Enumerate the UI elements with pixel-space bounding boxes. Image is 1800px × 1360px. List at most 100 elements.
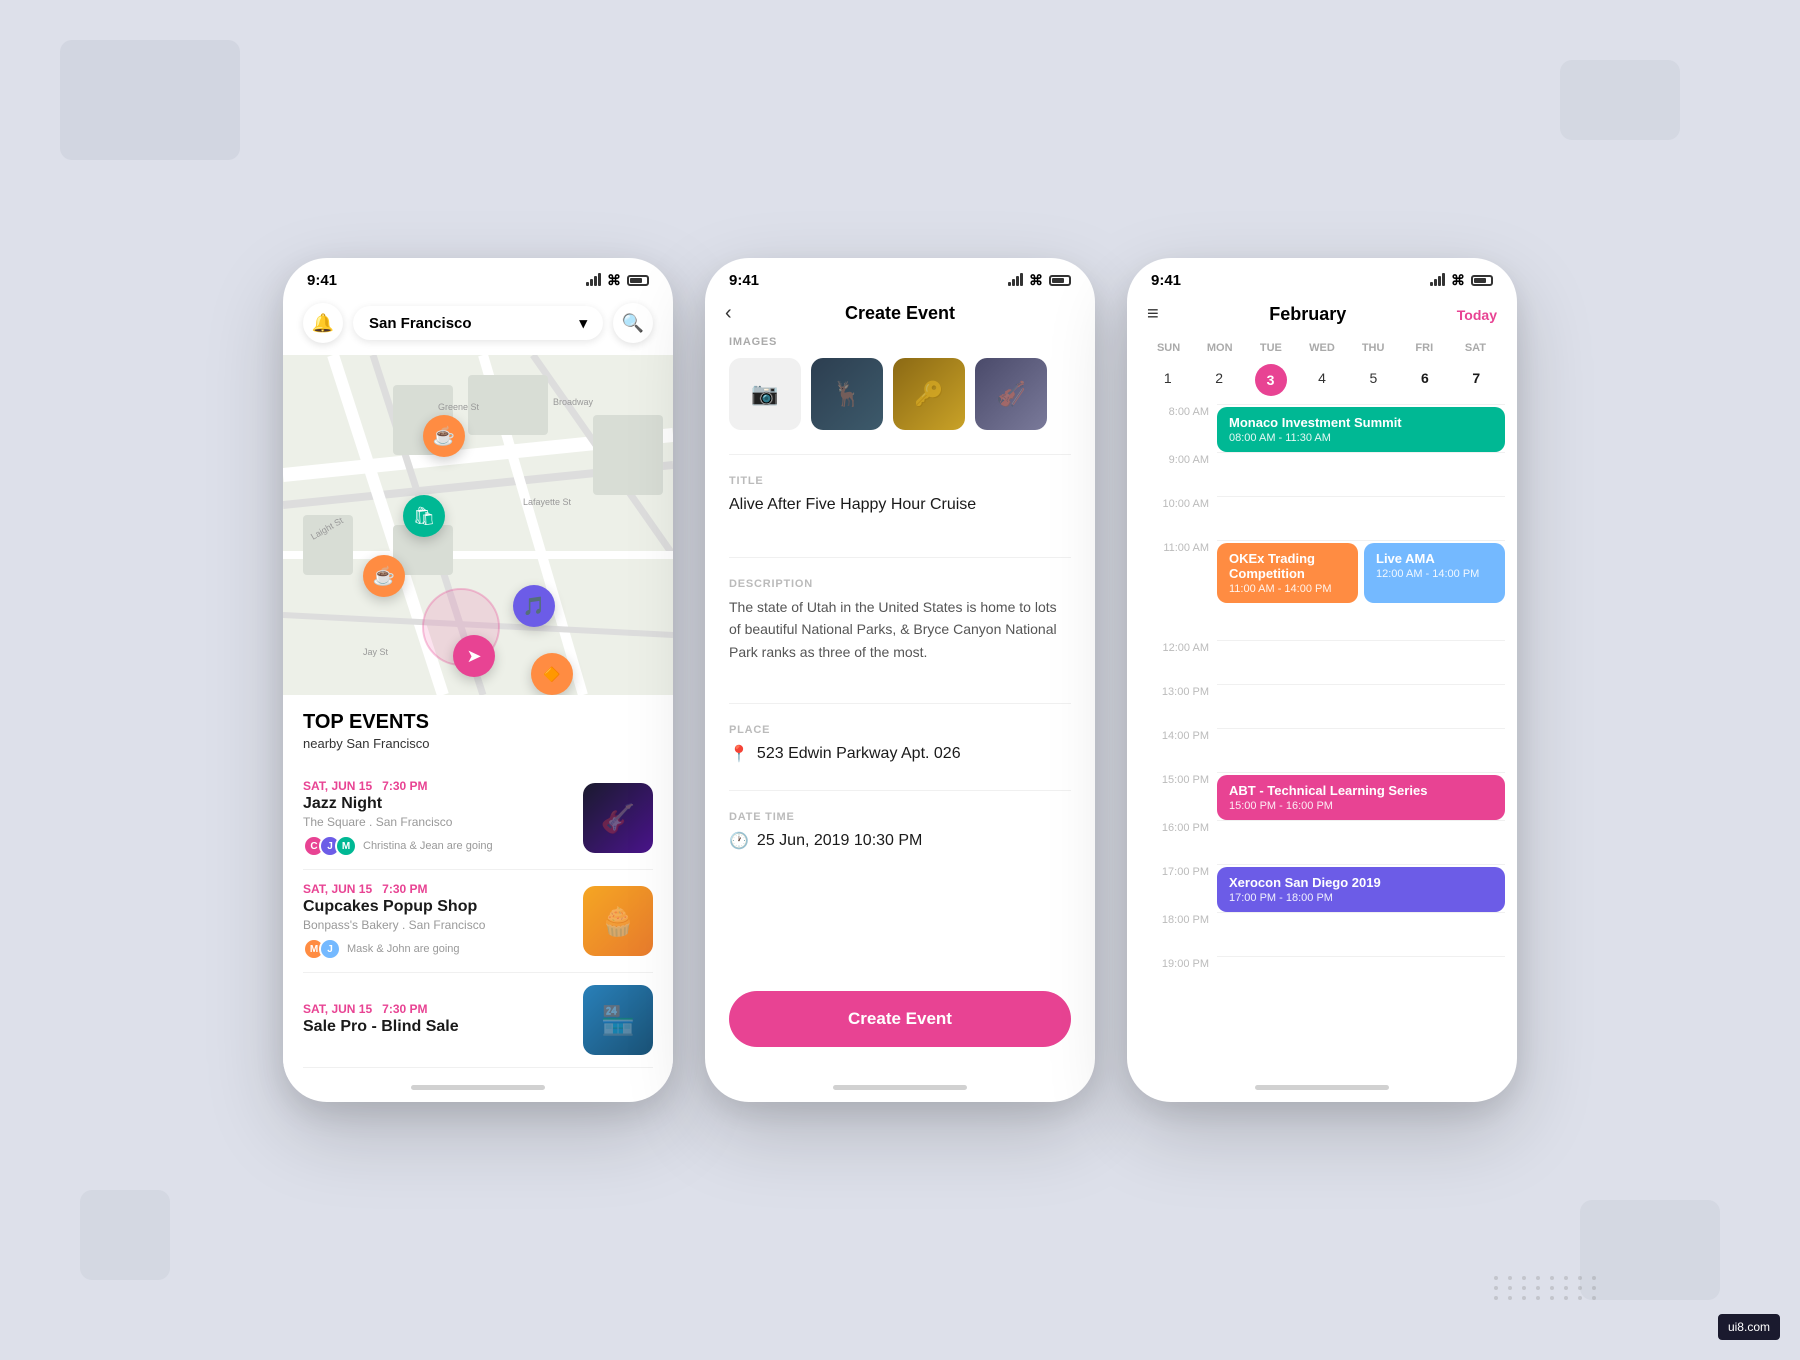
- time-row-4pm: 16:00 PM: [1139, 820, 1505, 864]
- place-row: 📍 523 Edwin Parkway Apt. 026: [729, 742, 1071, 766]
- time-label-9am: 9:00 AM: [1139, 452, 1209, 466]
- event-attendees-cupcake: M J Mask & John are going: [303, 938, 571, 960]
- day-3-today[interactable]: 3: [1255, 364, 1287, 396]
- time-label-2pm: 14:00 PM: [1139, 728, 1209, 742]
- day-header-fri: FRI: [1399, 338, 1450, 358]
- map-pin-nav[interactable]: ➤: [453, 635, 495, 677]
- time-label-7pm: 19:00 PM: [1139, 956, 1209, 970]
- description-section: DESCRIPTION The state of Utah in the Uni…: [729, 578, 1071, 679]
- bg-decoration-4: [1580, 1200, 1720, 1300]
- event-venue-jazz: The Square . San Francisco: [303, 815, 571, 829]
- svg-text:Broadway: Broadway: [553, 397, 594, 407]
- event-okex[interactable]: OKEx Trading Competition 11:00 AM - 14:0…: [1217, 543, 1358, 603]
- event-date-cupcake: SAT, JUN 15 7:30 PM: [303, 882, 571, 896]
- day-1[interactable]: 1: [1143, 364, 1192, 396]
- time-label-8am: 8:00 AM: [1139, 404, 1209, 418]
- title-value[interactable]: Alive After Five Happy Hour Cruise: [729, 493, 1071, 533]
- description-value[interactable]: The state of Utah in the United States i…: [729, 596, 1071, 679]
- status-icons-2: ⌘: [1008, 272, 1071, 289]
- home-indicator-1: [411, 1085, 545, 1090]
- okex-time: 11:00 AM - 14:00 PM: [1229, 583, 1346, 595]
- month-title: February: [1269, 304, 1346, 325]
- location-selector[interactable]: San Francisco ▾: [353, 306, 603, 340]
- back-button[interactable]: ‹: [725, 302, 732, 325]
- place-label: PLACE: [729, 724, 1071, 736]
- time-label-4pm: 16:00 PM: [1139, 820, 1209, 834]
- place-icon: 📍: [729, 744, 749, 764]
- create-event-form: IMAGES 📷 🦌 🔑 🎻 TITLE Alive After Five Ha…: [705, 336, 1095, 983]
- day-7[interactable]: 7: [1452, 364, 1501, 396]
- map-pin-music[interactable]: 🎵: [513, 585, 555, 627]
- day-5[interactable]: 5: [1349, 364, 1398, 396]
- map-pin-shop[interactable]: 🛍: [403, 495, 445, 537]
- time-label-6pm: 18:00 PM: [1139, 912, 1209, 926]
- clock-icon: 🕐: [729, 831, 749, 851]
- event-monaco[interactable]: Monaco Investment Summit 08:00 AM - 11:3…: [1217, 407, 1505, 452]
- create-event-header: ‹ Create Event: [705, 295, 1095, 336]
- map-header: 🔔 San Francisco ▾ 🔍: [283, 295, 673, 355]
- divider-2: [729, 557, 1071, 558]
- time-line-7pm: [1217, 956, 1505, 959]
- event-item-cupcake[interactable]: SAT, JUN 15 7:30 PM Cupcakes Popup Shop …: [303, 870, 653, 973]
- status-icons-3: ⌘: [1430, 272, 1493, 289]
- status-bar-1: 9:41 ⌘: [283, 258, 673, 295]
- signal-icon-1: [586, 272, 601, 289]
- event-live-ama[interactable]: Live AMA 12:00 AM - 14:00 PM: [1364, 543, 1505, 603]
- map-view[interactable]: Laight St Broadway Greene St Jay St Lafa…: [283, 355, 673, 695]
- place-section: PLACE 📍 523 Edwin Parkway Apt. 026: [729, 724, 1071, 766]
- today-button[interactable]: Today: [1457, 307, 1497, 323]
- day-6[interactable]: 6: [1400, 364, 1449, 396]
- map-pin-coffee1[interactable]: ☕: [423, 415, 465, 457]
- abt-title: ABT - Technical Learning Series: [1229, 783, 1493, 798]
- menu-button[interactable]: ≡: [1147, 303, 1159, 326]
- image-thumb-2[interactable]: 🔑: [893, 358, 965, 430]
- live-ama-title: Live AMA: [1376, 551, 1493, 566]
- divider-3: [729, 703, 1071, 704]
- okex-title: OKEx Trading Competition: [1229, 551, 1346, 581]
- time-line-8am: Monaco Investment Summit 08:00 AM - 11:3…: [1217, 404, 1505, 452]
- image-thumb-1[interactable]: 🦌: [811, 358, 883, 430]
- time-row-7pm: 19:00 PM: [1139, 956, 1505, 1000]
- map-pin-coffee2[interactable]: ☕: [363, 555, 405, 597]
- events-list: TOP EVENTS nearby San Francisco SAT, JUN…: [283, 695, 673, 1077]
- bg-decoration-1: [60, 40, 240, 160]
- attendee-text-cupcake: Mask & John are going: [347, 943, 460, 955]
- wifi-icon-2: ⌘: [1029, 272, 1043, 289]
- battery-icon-2: [1049, 275, 1071, 286]
- day-header-thu: THU: [1348, 338, 1399, 358]
- create-event-button[interactable]: Create Event: [729, 991, 1071, 1047]
- event-item-jazz[interactable]: SAT, JUN 15 7:30 PM Jazz Night The Squar…: [303, 767, 653, 870]
- time-label-3pm: 15:00 PM: [1139, 772, 1209, 786]
- time-line-3pm: ABT - Technical Learning Series 15:00 PM…: [1217, 772, 1505, 820]
- location-label: San Francisco: [369, 315, 472, 332]
- time-label-1pm: 13:00 PM: [1139, 684, 1209, 698]
- event-date-jazz: SAT, JUN 15 7:30 PM: [303, 779, 571, 793]
- title-section: TITLE Alive After Five Happy Hour Cruise: [729, 475, 1071, 533]
- dropdown-arrow: ▾: [579, 314, 587, 332]
- image-upload-box[interactable]: 📷: [729, 358, 801, 430]
- time-row-9am: 9:00 AM: [1139, 452, 1505, 496]
- event-item-sale[interactable]: SAT, JUN 15 7:30 PM Sale Pro - Blind Sal…: [303, 973, 653, 1068]
- time-row-5pm: 17:00 PM Xerocon San Diego 2019 17:00 PM…: [1139, 864, 1505, 912]
- event-xerocon[interactable]: Xerocon San Diego 2019 17:00 PM - 18:00 …: [1217, 867, 1505, 912]
- phone-map: 9:41 ⌘ 🔔 San Franci: [283, 258, 673, 1102]
- day-4[interactable]: 4: [1297, 364, 1346, 396]
- description-label: DESCRIPTION: [729, 578, 1071, 590]
- signal-icon-2: [1008, 272, 1023, 289]
- datetime-value[interactable]: 25 Jun, 2019 10:30 PM: [757, 829, 922, 853]
- event-abt[interactable]: ABT - Technical Learning Series 15:00 PM…: [1217, 775, 1505, 820]
- home-indicator-2: [833, 1085, 967, 1090]
- status-time-2: 9:41: [729, 272, 759, 289]
- search-button[interactable]: 🔍: [613, 303, 653, 343]
- bg-decoration-2: [1560, 60, 1680, 140]
- event-thumb-sale: 🏪: [583, 985, 653, 1055]
- time-line-9am: [1217, 452, 1505, 455]
- map-pin-orange[interactable]: 🔶: [531, 653, 573, 695]
- time-label-5pm: 17:00 PM: [1139, 864, 1209, 878]
- notification-button[interactable]: 🔔: [303, 303, 343, 343]
- place-value[interactable]: 523 Edwin Parkway Apt. 026: [757, 742, 961, 766]
- time-label-12am: 12:00 AM: [1139, 640, 1209, 654]
- day-2[interactable]: 2: [1194, 364, 1243, 396]
- battery-icon-1: [627, 275, 649, 286]
- image-thumb-3[interactable]: 🎻: [975, 358, 1047, 430]
